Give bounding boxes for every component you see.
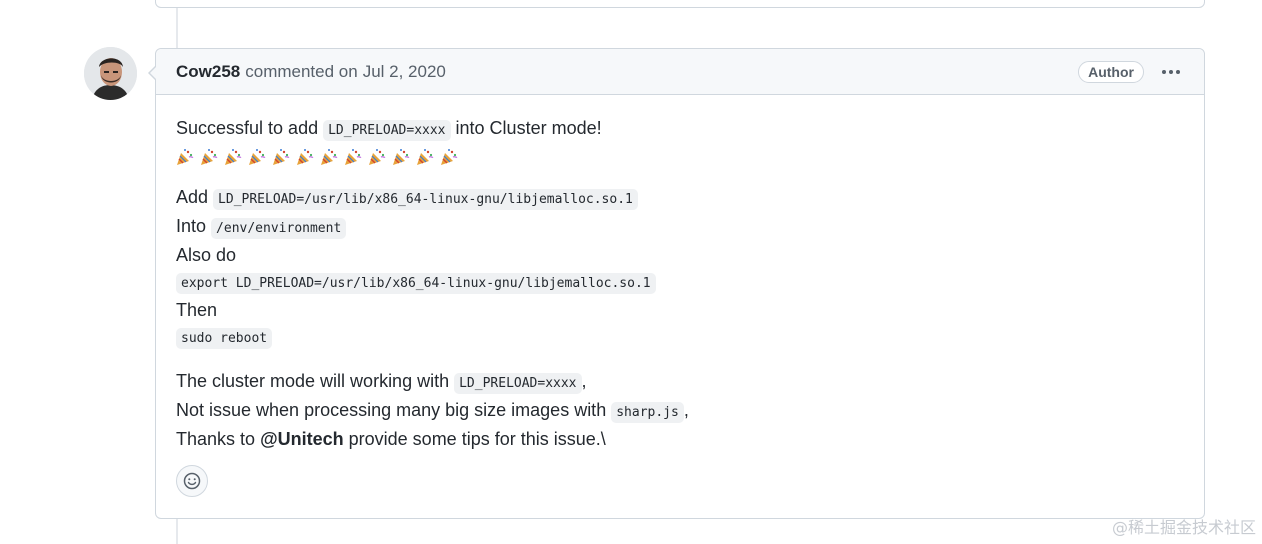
comment-action: commented on — [245, 61, 358, 81]
body-line-thanks: Thanks to @Unitech provide some tips for… — [176, 429, 606, 449]
comment-card: Cow258 commented on Jul 2, 2020 Author S… — [148, 48, 1205, 519]
avatar[interactable] — [84, 47, 137, 100]
party-popper-icon — [177, 149, 194, 165]
party-popper-icon — [273, 149, 290, 165]
body-line-add: Add LD_PRELOAD=/usr/lib/x86_64-linux-gnu… — [176, 184, 1184, 213]
inline-code: LD_PRELOAD=xxxx — [454, 373, 582, 394]
comment-header: Cow258 commented on Jul 2, 2020 Author — [156, 49, 1204, 95]
body-line-into: Into /env/environment — [176, 213, 1184, 242]
party-popper-icon — [201, 149, 218, 165]
body-line-cluster: The cluster mode will working with LD_PR… — [176, 368, 1184, 397]
body-line-1: Successful to add LD_PRELOAD=xxxx into C… — [176, 115, 1184, 144]
author-link[interactable]: Cow258 — [176, 62, 240, 82]
previous-comment-card — [155, 0, 1205, 8]
body-line-export: export LD_PRELOAD=/usr/lib/x86_64-linux-… — [176, 268, 1184, 297]
inline-code: LD_PRELOAD=xxxx — [323, 120, 451, 141]
body-line-issue: Not issue when processing many big size … — [176, 397, 1184, 426]
body-line-reboot: sudo reboot — [176, 323, 1184, 352]
body-line-then: Then — [176, 300, 218, 320]
smiley-icon[interactable] — [176, 465, 208, 497]
party-popper-icon — [321, 149, 338, 165]
comment-timestamp[interactable]: Jul 2, 2020 — [363, 62, 446, 82]
inline-code: /env/environment — [211, 218, 347, 239]
party-popper-icon — [297, 149, 314, 165]
party-popper-icon — [249, 149, 266, 165]
inline-code: export LD_PRELOAD=/usr/lib/x86_64-linux-… — [176, 273, 656, 294]
inline-code: sudo reboot — [176, 328, 273, 349]
emoji-row — [176, 146, 1184, 168]
party-popper-icon — [441, 149, 458, 165]
party-popper-icon — [225, 149, 242, 165]
watermark: @稀土掘金技术社区 — [1111, 518, 1256, 537]
inline-code: sharp.js — [611, 402, 684, 423]
party-popper-icon — [345, 149, 362, 165]
party-popper-icon — [369, 149, 386, 165]
kebab-horizontal-icon[interactable] — [1158, 66, 1184, 78]
party-popper-icon — [393, 149, 410, 165]
user-mention-link[interactable]: @Unitech — [260, 429, 344, 449]
party-popper-icon — [417, 149, 434, 165]
comment-body: Successful to add LD_PRELOAD=xxxx into C… — [156, 95, 1204, 452]
inline-code: LD_PRELOAD=/usr/lib/x86_64-linux-gnu/lib… — [213, 189, 638, 210]
avatar-image — [84, 47, 137, 100]
header-actions: Author — [1078, 60, 1184, 83]
author-badge: Author — [1078, 60, 1144, 83]
body-line-also-do: Also do — [176, 245, 237, 265]
